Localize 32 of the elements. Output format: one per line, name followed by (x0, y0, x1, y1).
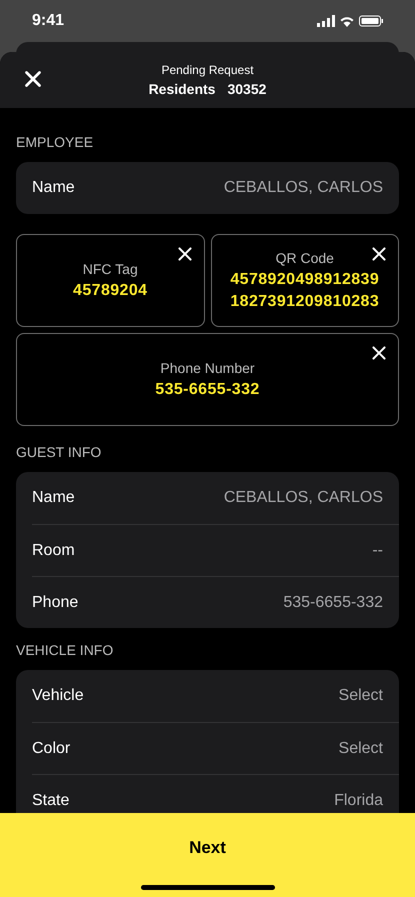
section-heading: EMPLOYEE (16, 133, 94, 152)
credential-value: 1827391209810283 (230, 292, 380, 312)
row-value: CEBALLOS, CARLOS (224, 488, 383, 508)
row-label: State (32, 790, 70, 810)
row-value: Select (338, 686, 383, 706)
section-heading: GUEST INFO (16, 443, 102, 462)
row-label: Color (32, 738, 70, 758)
credential-label: QR Code (276, 249, 334, 268)
row-value: Select (338, 738, 383, 758)
row-label: Phone (32, 592, 78, 612)
row-label: Name (32, 488, 75, 508)
credential-label: Phone Number (160, 359, 255, 378)
row-value: CEBALLOS, CARLOS (224, 178, 383, 198)
section-heading: VEHICLE INFO (16, 641, 114, 660)
row-label: Room (32, 540, 75, 560)
wifi-icon (340, 16, 354, 26)
next-button[interactable]: Next (165, 831, 250, 864)
signal-icon (317, 15, 335, 27)
credential-value: 45789204 (73, 281, 148, 301)
header-title: Residents (148, 80, 216, 98)
row-value: Florida (334, 790, 383, 810)
row-label: Name (32, 178, 75, 198)
credential-value: 535-6655-332 (155, 380, 260, 400)
row-value: 535-6655-332 (283, 592, 383, 612)
credential-label: NFC Tag (82, 260, 138, 279)
battery-icon (359, 15, 383, 27)
row-value: -- (372, 540, 383, 560)
header-number: 30352 (227, 80, 266, 98)
status-time: 9:41 (32, 11, 64, 31)
credential-value: 4578920498912839 (230, 270, 380, 290)
row-label: Vehicle (32, 686, 84, 706)
header-subtitle: Pending Request (161, 62, 254, 78)
